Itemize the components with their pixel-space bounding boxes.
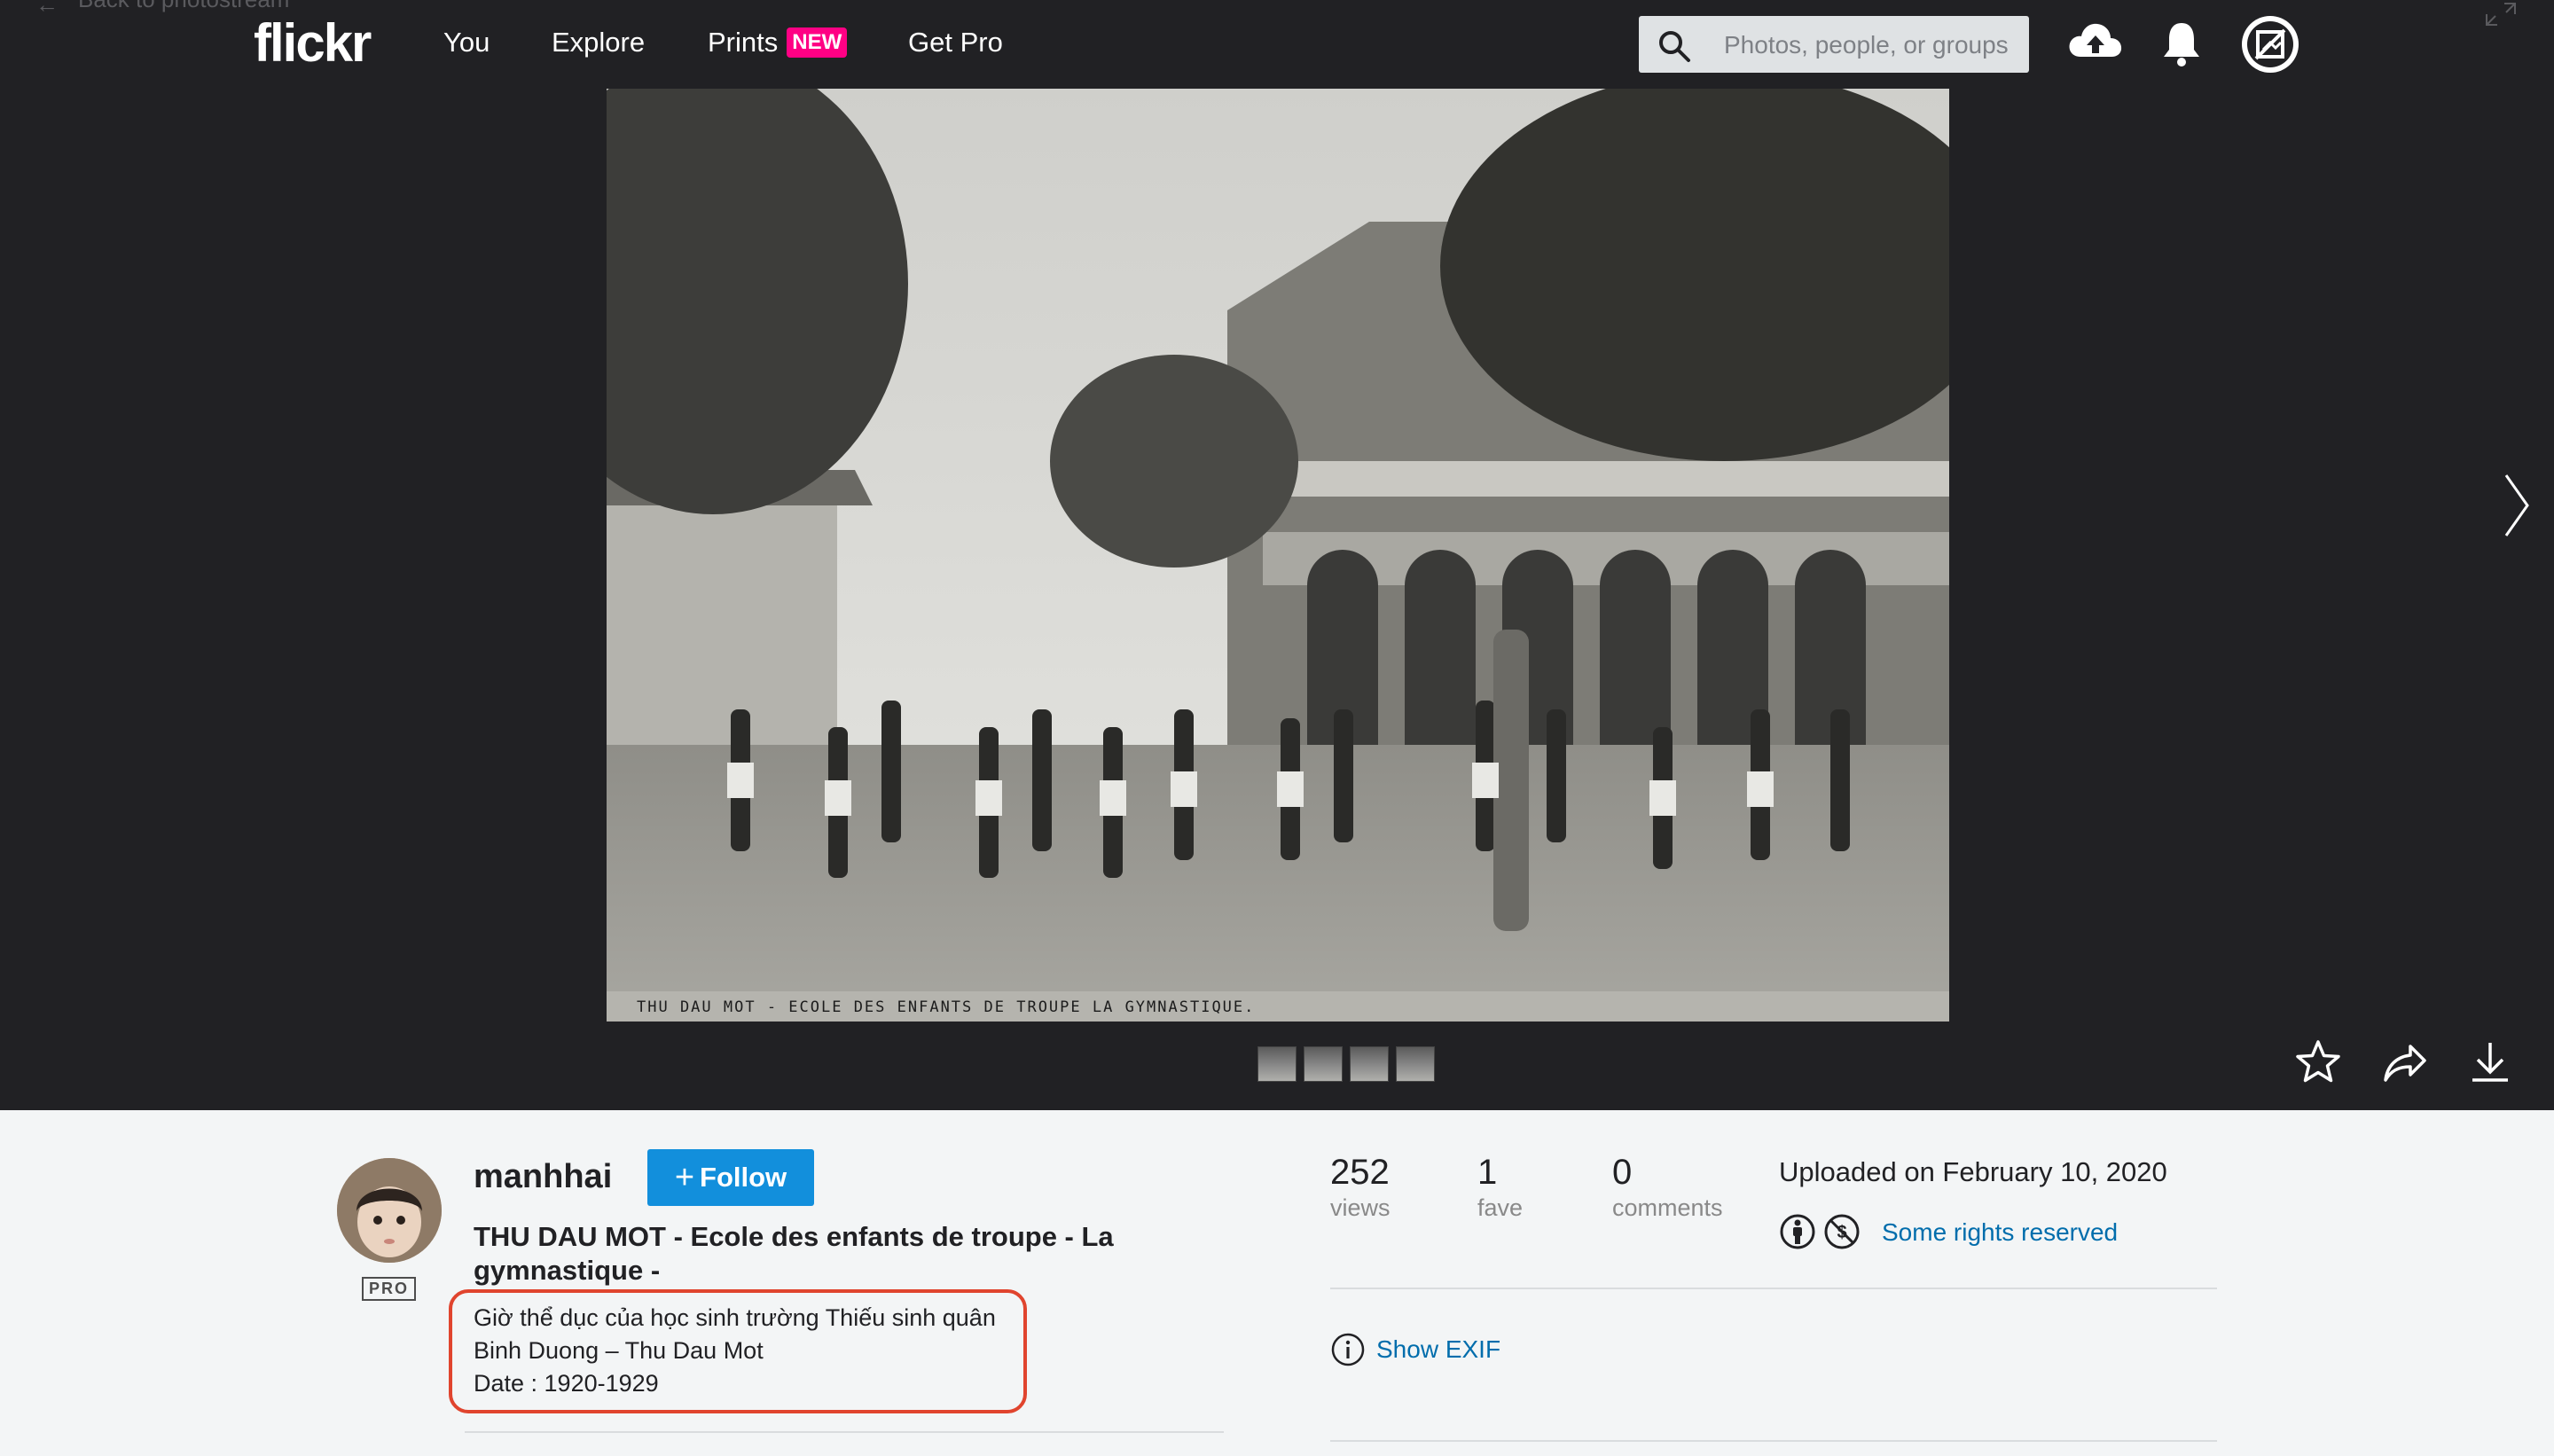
nav-you[interactable]: You [443,27,490,59]
search-input[interactable] [1722,25,2018,66]
divider [1330,1288,2217,1289]
back-to-photostream-link[interactable]: Back to photostream [78,0,289,13]
comments-stat: 0 comments [1612,1153,1723,1222]
photo-image [607,89,1949,1022]
upload-date: Uploaded on February 10, 2020 [1779,1156,2167,1187]
owner-username[interactable]: manhhai [474,1158,612,1196]
nav-get-pro[interactable]: Get Pro [908,27,1003,59]
search-box[interactable] [1639,16,2029,73]
cc-attribution-icon[interactable] [1779,1213,1816,1250]
thumbnail[interactable] [1396,1046,1435,1082]
views-stat: 252 views [1330,1153,1391,1222]
nav-explore[interactable]: Explore [552,27,645,59]
thumbnail[interactable] [1350,1046,1389,1082]
upload-cloud-icon[interactable] [2066,16,2125,69]
notifications-bell-icon[interactable] [2160,20,2203,69]
license-link[interactable]: Some rights reserved [1882,1218,2118,1247]
follow-button[interactable]: + Follow [647,1149,814,1206]
divider [465,1431,1224,1433]
thumbnail[interactable] [1304,1046,1343,1082]
comments-label: comments [1612,1194,1723,1221]
thumbnail[interactable] [1257,1046,1297,1082]
photo-stage: THU DAU MOT - ECOLE DES ENFANTS DE TROUP… [0,89,2554,1110]
show-exif-link[interactable]: Show EXIF [1330,1332,1500,1367]
photo-strip-caption: THU DAU MOT - ECOLE DES ENFANTS DE TROUP… [637,998,1256,1016]
search-icon[interactable] [1657,28,1692,64]
favorite-star-icon[interactable] [2293,1037,2343,1087]
flickr-logo[interactable]: flickr [254,12,372,74]
avatar-image [337,1158,442,1263]
license-icons: $ [1779,1213,1868,1250]
views-label: views [1330,1194,1391,1221]
divider [1330,1440,2217,1442]
cc-noncommercial-icon[interactable]: $ [1823,1213,1861,1250]
download-icon[interactable] [2465,1037,2515,1087]
plus-icon: + [674,1159,695,1196]
expand-fullscreen-icon[interactable] [2483,0,2519,28]
new-badge: NEW [787,27,848,58]
pro-badge: PRO [362,1277,417,1301]
owner-avatar[interactable] [337,1158,442,1263]
nav-prints[interactable]: Prints NEW [708,27,848,59]
share-icon[interactable] [2380,1037,2430,1087]
back-arrow-icon[interactable]: ← [35,0,59,19]
views-count: 252 [1330,1153,1390,1192]
nav-prints-label: Prints [708,27,779,58]
photo-title: THU DAU MOT - Ecole des enfants de troup… [474,1221,1114,1286]
comments-count: 0 [1612,1153,1633,1192]
top-navigation: ← Back to photostream flickr You Explore… [0,0,2554,89]
thumbnail-strip [1257,1046,1442,1086]
info-icon [1331,1333,1365,1366]
show-exif-label: Show EXIF [1376,1335,1501,1363]
main-photo[interactable]: THU DAU MOT - ECOLE DES ENFANTS DE TROUP… [607,89,1949,1022]
faves-stat[interactable]: 1 fave [1477,1153,1523,1222]
faves-label: fave [1477,1194,1524,1221]
highlight-box [449,1289,1027,1413]
account-avatar-icon[interactable] [2240,14,2300,74]
faves-count: 1 [1477,1153,1498,1192]
follow-label: Follow [700,1162,787,1193]
next-photo-arrow-icon[interactable] [2499,470,2534,541]
